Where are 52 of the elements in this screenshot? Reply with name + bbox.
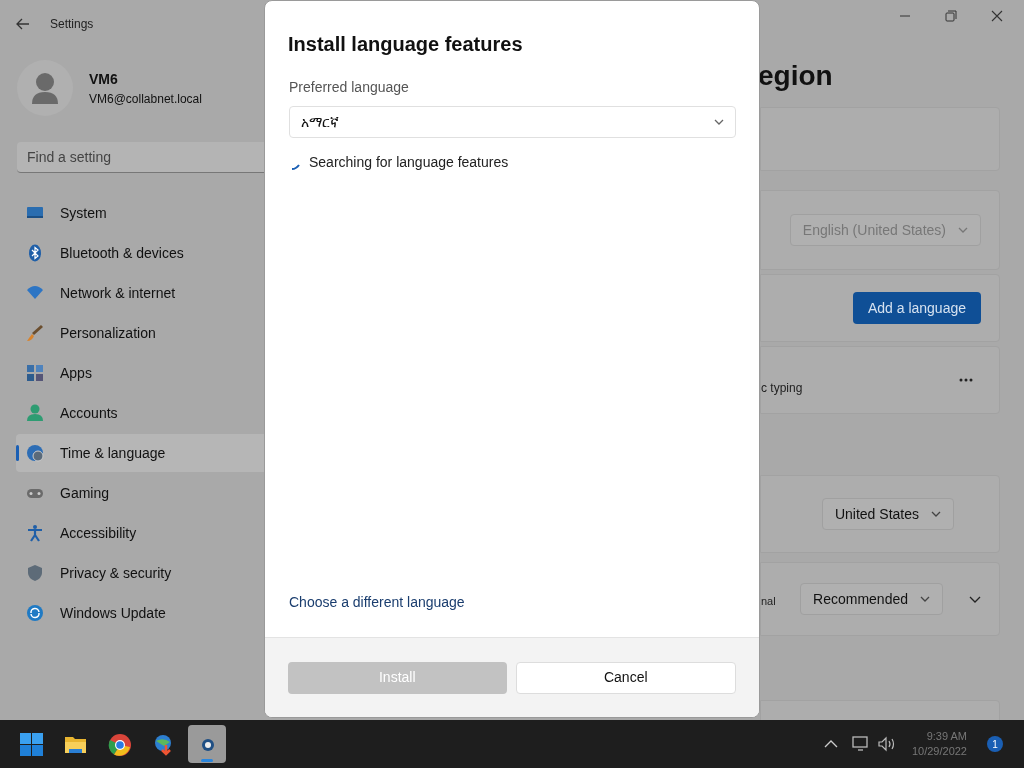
volume-icon[interactable] [877, 736, 896, 752]
nav-item[interactable]: Time & language [16, 434, 264, 472]
clock-time[interactable]: 9:39 AM [926, 729, 967, 744]
nav-item[interactable]: Windows Update [16, 594, 264, 632]
chevron-icon [958, 227, 968, 233]
cancel-button[interactable]: Cancel [515, 661, 736, 694]
expand-icon[interactable] [969, 595, 981, 603]
chevron-icon [931, 511, 941, 517]
user-email: VM6@collabnet.local [89, 90, 202, 108]
card-text: nal [761, 593, 776, 609]
nav-icon [26, 364, 44, 382]
window-title: Settings [50, 16, 94, 33]
clock-date[interactable]: 10/29/2022 [911, 744, 967, 759]
back-icon[interactable] [16, 18, 30, 30]
nav-item[interactable]: Accessibility [16, 514, 264, 552]
user-name: VM6 [89, 69, 119, 89]
field-label: Preferred language [289, 78, 410, 97]
nav-item[interactable]: Accounts [16, 394, 264, 432]
nav-icon [26, 564, 44, 582]
nav-item[interactable]: System [16, 194, 264, 232]
dialog-title: Install language features [288, 32, 524, 57]
notification-badge[interactable]: 1 [987, 736, 1003, 752]
start-icon [19, 732, 43, 756]
avatar-icon [17, 60, 73, 116]
language-select[interactable]: አማርኛ [289, 106, 736, 138]
card-text: c typing [761, 380, 803, 397]
chevron-up-icon[interactable] [823, 740, 838, 748]
browser-icon [107, 732, 131, 756]
chevron-icon [714, 119, 724, 125]
dropdown[interactable]: Recommended [800, 583, 943, 615]
spinner-icon [291, 163, 300, 170]
different-language-link[interactable]: Choose a different language [289, 592, 465, 613]
nav-item[interactable]: Network & internet [16, 274, 264, 312]
nav-icon [26, 444, 44, 462]
status-text: Searching for language features [309, 153, 509, 172]
nav-icon [26, 244, 44, 262]
nav-icon [26, 604, 44, 622]
nav-item[interactable]: Apps [16, 354, 264, 392]
dropdown[interactable]: United States [821, 498, 954, 530]
search-field[interactable]: Find a setting [17, 142, 264, 173]
chevron-icon [920, 596, 930, 602]
nav-item[interactable]: Personalization [16, 314, 264, 352]
nav-icon [26, 524, 44, 542]
nav-icon [26, 324, 44, 342]
nav-icon [26, 404, 44, 422]
nav-item[interactable]: Privacy & security [16, 554, 264, 592]
nav-item[interactable]: Bluetooth & devices [16, 234, 264, 272]
network-icon[interactable] [851, 736, 870, 752]
more-icon[interactable] [959, 378, 973, 382]
nav-item[interactable]: Gaming [16, 474, 264, 512]
search-placeholder: Find a setting [27, 147, 112, 167]
add-language-button[interactable]: Add a language [852, 292, 981, 324]
